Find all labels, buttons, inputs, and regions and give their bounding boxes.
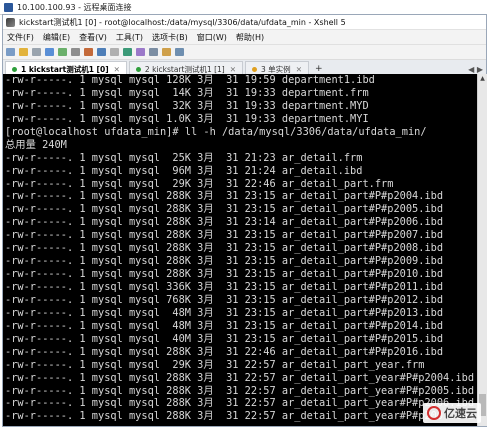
terminal-line: -rw-r-----. 1 mysql mysql 128K 3月 31 19:…	[5, 74, 375, 86]
terminal-line: -rw-r-----. 1 mysql mysql 29K 3月 31 22:4…	[5, 177, 394, 190]
transfer-icon[interactable]	[123, 48, 132, 56]
xshell-title: kickstart测试机1 [0] - root@localhost:/data…	[19, 17, 346, 27]
copy-icon[interactable]	[45, 48, 54, 56]
connected-status-icon	[135, 66, 141, 72]
watermark-text: 亿速云	[444, 407, 477, 420]
terminal-line: [root@localhost ufdata_min]# ll -h /data…	[5, 125, 427, 138]
fullscreen-icon[interactable]	[149, 48, 158, 56]
terminal-line: -rw-r-----. 1 mysql mysql 336K 3月 31 23:…	[5, 281, 444, 293]
terminal-line: -rw-r-----. 1 mysql mysql 40M 3月 31 23:1…	[5, 332, 444, 345]
menu-bar: 文件(F) 编辑(E) 查看(V) 工具(T) 选项卡(B) 窗口(W) 帮助(…	[3, 30, 486, 45]
menu-help[interactable]: 帮助(H)	[236, 32, 264, 43]
close-icon[interactable]: ✕	[296, 65, 302, 74]
terminal-line: -rw-r-----. 1 mysql mysql 288K 3月 31 22:…	[5, 371, 475, 384]
terminal-line: -rw-r-----. 1 mysql mysql 32K 3月 31 19:3…	[5, 99, 369, 112]
print-icon[interactable]	[84, 48, 93, 56]
connected-status-icon	[12, 66, 17, 72]
open-folder-icon[interactable]	[19, 48, 28, 56]
new-session-icon[interactable]	[6, 48, 15, 56]
remote-desktop-titlebar: 10.100.100.93 - 远程桌面连接	[0, 0, 487, 15]
terminal-line: -rw-r-----. 1 mysql mysql 288K 3月 31 22:…	[5, 345, 444, 358]
lock-icon[interactable]	[162, 48, 171, 56]
terminal-line: -rw-r-----. 1 mysql mysql 48M 3月 31 23:1…	[5, 306, 444, 319]
menu-file[interactable]: 文件(F)	[7, 32, 34, 43]
font-icon[interactable]	[110, 48, 119, 56]
xshell-titlebar: kickstart测试机1 [0] - root@localhost:/data…	[3, 15, 486, 30]
globe-icon[interactable]	[97, 48, 106, 56]
watermark-logo-icon	[427, 406, 441, 420]
tab-label: 3 单实例	[261, 64, 291, 74]
search-icon[interactable]	[71, 48, 80, 56]
terminal-line: -rw-r-----. 1 mysql mysql 288K 3月 31 23:…	[5, 216, 444, 229]
terminal-scrollbar[interactable]: ▲	[477, 74, 487, 426]
terminal-line: -rw-r-----. 1 mysql mysql 288K 3月 31 22:…	[5, 397, 475, 410]
paste-icon[interactable]	[58, 48, 67, 56]
terminal-line: -rw-r-----. 1 mysql mysql 48M 3月 31 23:1…	[5, 319, 444, 332]
scroll-up-icon[interactable]: ▲	[478, 74, 487, 83]
terminal-line: -rw-r-----. 1 mysql mysql 14K 3月 31 19:3…	[5, 86, 369, 99]
terminal-line: -rw-r-----. 1 mysql mysql 25K 3月 31 21:2…	[5, 151, 363, 164]
terminal-line: -rw-r-----. 1 mysql mysql 288K 3月 31 22:…	[5, 384, 475, 397]
terminal-line: -rw-r-----. 1 mysql mysql 96M 3月 31 21:2…	[5, 164, 363, 177]
watermark: 亿速云	[423, 403, 481, 423]
toolbar	[3, 45, 486, 60]
terminal-line: -rw-r-----. 1 mysql mysql 288K 3月 31 23:…	[5, 190, 444, 203]
tab-label: 2 kickstart测试机1 [1]	[144, 64, 225, 74]
terminal-line: -rw-r-----. 1 mysql mysql 288K 3月 31 23:…	[5, 242, 444, 255]
help-icon[interactable]	[175, 48, 184, 56]
terminal-line: -rw-r-----. 1 mysql mysql 29K 3月 31 22:5…	[5, 358, 425, 371]
remote-desktop-title: 10.100.100.93 - 远程桌面连接	[17, 2, 132, 12]
terminal-line: -rw-r-----. 1 mysql mysql 288K 3月 31 22:…	[5, 410, 475, 423]
menu-tools[interactable]: 工具(T)	[116, 32, 143, 43]
script-icon[interactable]	[136, 48, 145, 56]
terminal-line: -rw-r-----. 1 mysql mysql 288K 3月 31 23:…	[5, 255, 444, 268]
terminal-line: -rw-r-----. 1 mysql mysql 768K 3月 31 23:…	[5, 293, 444, 306]
terminal-line: -rw-r-----. 1 mysql mysql 288K 3月 31 23:…	[5, 203, 444, 216]
connected-status-icon	[252, 66, 258, 72]
remote-desktop-icon	[4, 2, 13, 12]
terminal-line: -rw-r-----. 1 mysql mysql 288K 3月 31 23:…	[5, 268, 444, 281]
disconnect-icon[interactable]	[32, 48, 41, 56]
tab-label: 1 kickstart测试机1 [0]	[21, 64, 109, 74]
menu-view[interactable]: 查看(V)	[79, 32, 107, 43]
menu-tab[interactable]: 选项卡(B)	[152, 32, 188, 43]
menu-edit[interactable]: 编辑(E)	[43, 32, 70, 43]
xshell-window: kickstart测试机1 [0] - root@localhost:/data…	[2, 14, 487, 427]
close-icon[interactable]: ✕	[230, 65, 236, 74]
terminal-line: 总用量 240M	[5, 138, 67, 151]
terminal-line: -rw-r-----. 1 mysql mysql 288K 3月 31 23:…	[5, 229, 444, 242]
terminal-line: -rw-r-----. 1 mysql mysql 1.0K 3月 31 19:…	[5, 112, 369, 125]
menu-window[interactable]: 窗口(W)	[197, 32, 227, 43]
xshell-app-icon	[6, 17, 15, 27]
terminal-output[interactable]: -rw-r-----. 1 mysql mysql 128K 3月 31 19:…	[3, 74, 477, 426]
close-icon[interactable]: ✕	[114, 65, 120, 74]
